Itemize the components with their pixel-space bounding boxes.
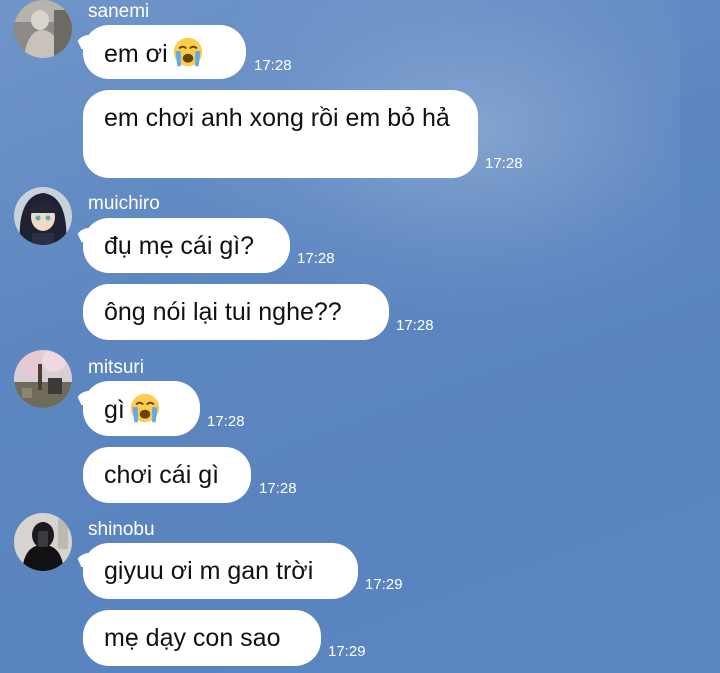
avatar-muichiro-image <box>14 187 72 245</box>
message-text: chơi cái gì <box>104 461 220 489</box>
message-timestamp: 17:28 <box>396 317 434 334</box>
message-text: mẹ dạy con sao <box>104 624 281 652</box>
avatar-mitsuri[interactable] <box>14 350 72 408</box>
message-timestamp: 17:28 <box>254 57 292 74</box>
message-timestamp: 17:28 <box>485 155 523 172</box>
message-bubble[interactable]: chơi cái gì <box>83 447 251 503</box>
message-bubble[interactable]: mẹ dạy con sao <box>83 610 321 666</box>
message-bubble[interactable]: em chơi anh xong rồi em bỏ hả <box>83 90 478 178</box>
message-bubble[interactable]: đụ mẹ cái gì? <box>83 218 290 273</box>
loudly-crying-face-icon <box>173 37 202 67</box>
chat-thread[interactable]: sanemi em ơi 17:28 em chơi anh xong rồi … <box>0 0 720 673</box>
avatar-mitsuri-image <box>14 350 72 408</box>
message-timestamp: 17:28 <box>259 480 297 497</box>
message-timestamp: 17:28 <box>207 413 245 430</box>
avatar-muichiro[interactable] <box>14 187 72 245</box>
loudly-crying-face-icon <box>130 393 160 423</box>
message-text: em ơi <box>104 40 168 68</box>
message-timestamp: 17:28 <box>297 250 335 267</box>
avatar-sanemi[interactable] <box>14 0 72 58</box>
message-bubble[interactable]: em ơi <box>83 25 246 79</box>
message-text: em chơi anh xong rồi em bỏ hả <box>104 104 450 132</box>
sender-name-muichiro: muichiro <box>88 193 160 214</box>
sender-name-sanemi: sanemi <box>88 1 150 22</box>
avatar-sanemi-image <box>14 0 72 58</box>
message-timestamp: 17:29 <box>328 643 366 660</box>
avatar-shinobu[interactable] <box>14 513 72 571</box>
message-timestamp: 17:29 <box>365 576 403 593</box>
message-text: giyuu ơi m gan trời <box>104 557 314 585</box>
message-text: gì <box>104 396 125 424</box>
avatar-shinobu-image <box>14 513 72 571</box>
sender-name-mitsuri: mitsuri <box>88 357 144 378</box>
message-bubble[interactable]: giyuu ơi m gan trời <box>83 543 358 599</box>
message-text: đụ mẹ cái gì? <box>104 232 255 260</box>
message-bubble[interactable]: gì <box>83 381 200 436</box>
sender-name-shinobu: shinobu <box>88 519 155 540</box>
message-bubble[interactable]: ông nói lại tui nghe?? <box>83 284 389 340</box>
message-text: ông nói lại tui nghe?? <box>104 298 342 326</box>
